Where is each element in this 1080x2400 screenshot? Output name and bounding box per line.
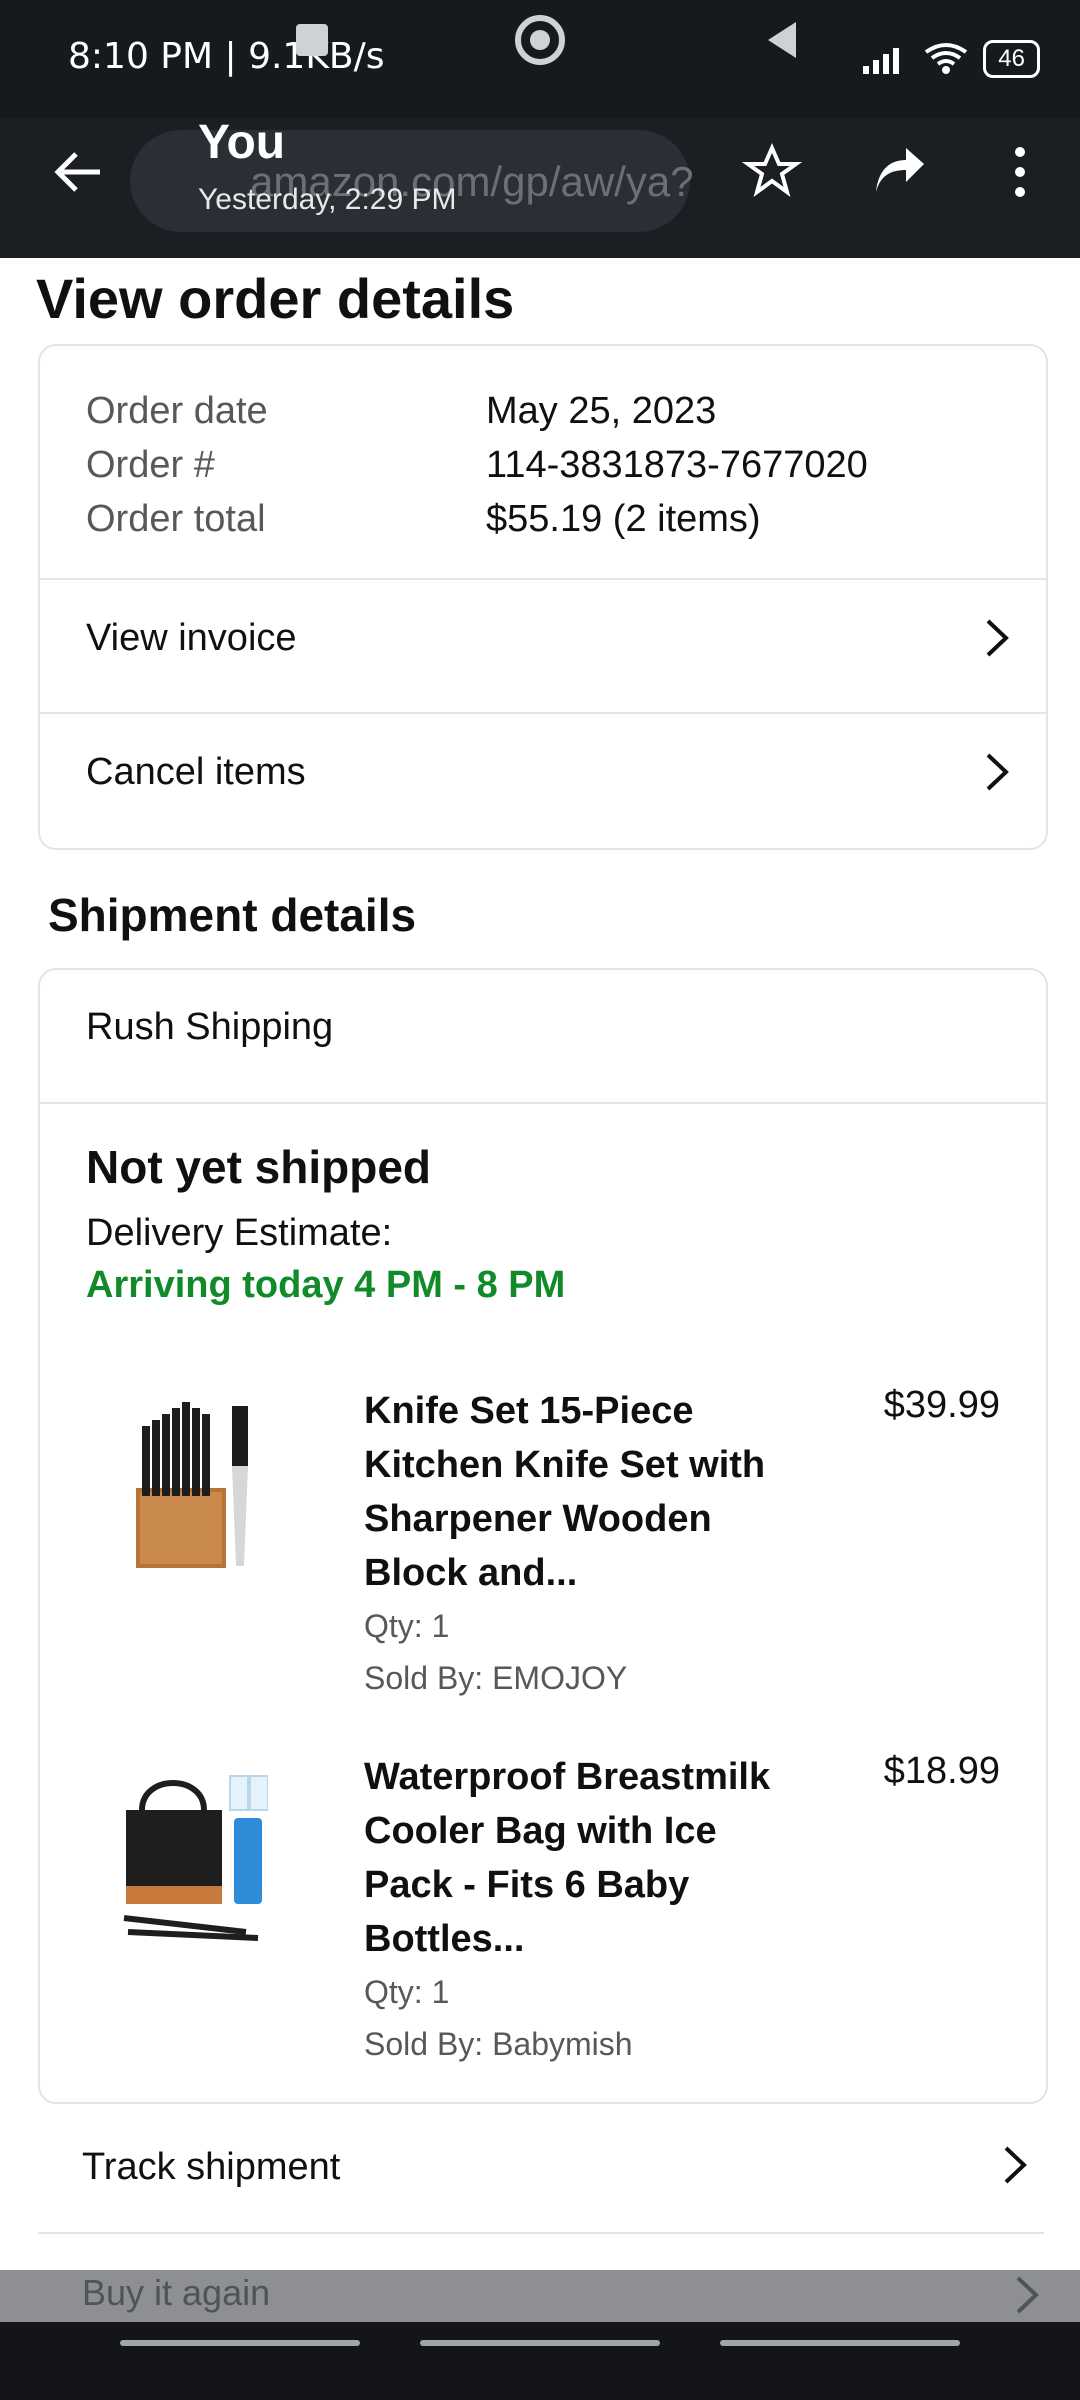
signal-icon bbox=[863, 48, 900, 74]
item-seller: Sold By: Babymish bbox=[364, 2026, 633, 2062]
item-qty: Qty: 1 bbox=[364, 1974, 450, 2010]
order-total-value: $55.19 (2 items) bbox=[486, 497, 761, 540]
cancel-items-link[interactable]: Cancel items bbox=[86, 712, 1010, 832]
item-title[interactable]: Knife Set 15-Piece Kitchen Knife Set wit… bbox=[364, 1384, 814, 1600]
divider bbox=[40, 1102, 1046, 1104]
item-title[interactable]: Waterproof Breastmilk Cooler Bag with Ic… bbox=[364, 1750, 814, 1966]
star-icon[interactable] bbox=[742, 142, 802, 202]
view-invoice-label: View invoice bbox=[86, 616, 297, 659]
track-shipment-label: Track shipment bbox=[82, 2146, 341, 2188]
chevron-right-icon bbox=[986, 619, 1009, 657]
order-summary-card: Order date May 25, 2023 Order # 114-3831… bbox=[38, 344, 1048, 850]
home-icon[interactable] bbox=[510, 10, 570, 70]
view-invoice-link[interactable]: View invoice bbox=[86, 578, 1010, 698]
item-price: $39.99 bbox=[883, 1384, 1000, 1426]
status-icons: 46 bbox=[861, 40, 1040, 78]
order-item[interactable]: Knife Set 15-Piece Kitchen Knife Set wit… bbox=[86, 1368, 1000, 1696]
shipment-card: Rush Shipping Not yet shipped Delivery E… bbox=[38, 968, 1048, 2104]
shipment-section-title: Shipment details bbox=[48, 889, 417, 941]
shipment-status: Not yet shipped bbox=[86, 1141, 432, 1193]
delivery-estimate-value: Arriving today 4 PM - 8 PM bbox=[86, 1264, 566, 1306]
knife-set-image bbox=[136, 1402, 248, 1568]
gesture-line bbox=[120, 2340, 360, 2346]
chevron-right-icon bbox=[986, 753, 1009, 791]
order-total-label: Order total bbox=[86, 497, 266, 540]
buy-again-label: Buy it again bbox=[82, 2272, 271, 2313]
order-total-row: Order total $55.19 (2 items) bbox=[86, 492, 986, 546]
order-date-value: May 25, 2023 bbox=[486, 389, 717, 432]
page-content: View order details Order date May 25, 20… bbox=[0, 258, 1080, 2270]
wifi-icon bbox=[925, 43, 968, 74]
back-arrow-icon[interactable] bbox=[48, 142, 108, 202]
item-seller: Sold By: EMOJOY bbox=[364, 1660, 628, 1696]
order-summary-rows: Order date May 25, 2023 Order # 114-3831… bbox=[86, 384, 986, 546]
order-number-label: Order # bbox=[86, 443, 215, 486]
track-shipment-link[interactable]: Track shipment bbox=[38, 2106, 1044, 2234]
shipping-method: Rush Shipping bbox=[86, 1006, 334, 1048]
chevron-right-icon bbox=[1004, 2146, 1027, 2184]
more-vert-icon[interactable] bbox=[990, 142, 1050, 202]
message-time: Yesterday, 2:29 PM bbox=[198, 183, 457, 216]
battery-badge: 46 bbox=[983, 40, 1040, 78]
chevron-right-icon bbox=[1016, 2276, 1039, 2314]
cancel-items-label: Cancel items bbox=[86, 750, 306, 793]
gesture-line bbox=[720, 2340, 960, 2346]
share-icon[interactable] bbox=[868, 142, 928, 202]
sender-name: You bbox=[198, 116, 286, 169]
delivery-estimate-label: Delivery Estimate: bbox=[86, 1212, 393, 1254]
item-qty: Qty: 1 bbox=[364, 1608, 450, 1644]
item-price: $18.99 bbox=[883, 1750, 1000, 1792]
order-item[interactable]: Waterproof Breastmilk Cooler Bag with Ic… bbox=[86, 1734, 1000, 2062]
back-icon[interactable] bbox=[752, 10, 812, 70]
page-title: View order details bbox=[36, 267, 515, 330]
recents-icon[interactable] bbox=[282, 10, 342, 70]
order-date-row: Order date May 25, 2023 bbox=[86, 384, 986, 438]
system-nav-bar bbox=[0, 2322, 1080, 2400]
cooler-bag-image bbox=[123, 1775, 268, 1941]
buy-again-row[interactable]: Buy it again bbox=[0, 2270, 1080, 2322]
order-number-row: Order # 114-3831873-7677020 bbox=[86, 438, 986, 492]
track-shipment-chevron bbox=[1002, 2144, 1028, 2191]
order-date-label: Order date bbox=[86, 389, 268, 432]
order-number-value: 114-3831873-7677020 bbox=[486, 443, 868, 486]
gesture-line bbox=[420, 2340, 660, 2346]
